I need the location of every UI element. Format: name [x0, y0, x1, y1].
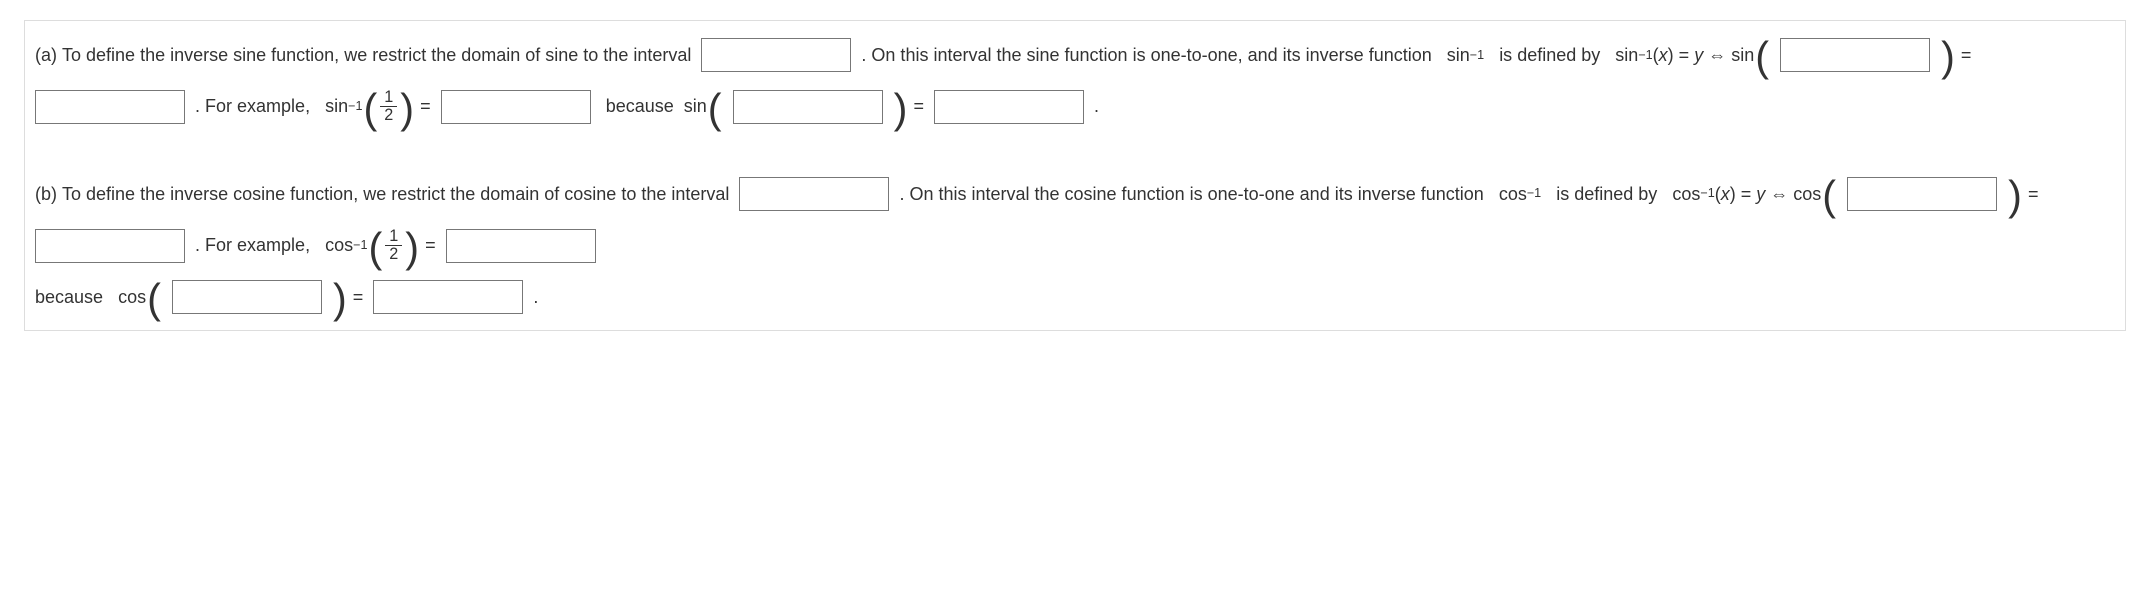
cos-label: cos: [325, 220, 353, 270]
part-b-text-5: because: [35, 272, 103, 322]
iff-symbol: ⇔: [1708, 30, 1726, 80]
equals: =: [353, 272, 364, 322]
var-y: y: [1756, 169, 1765, 219]
neg1: −1: [1527, 176, 1541, 211]
sin-label: sin: [1615, 30, 1638, 80]
neg1: −1: [353, 228, 367, 263]
sin-label: sin: [1447, 30, 1470, 80]
part-b-text-3: is defined by: [1556, 169, 1657, 219]
input-b-cos-val[interactable]: [35, 229, 185, 263]
equals: =: [913, 81, 924, 131]
part-a-text-5: because: [606, 81, 674, 131]
neg1: −1: [1470, 38, 1484, 73]
part-b-prefix: (b): [35, 169, 57, 219]
part-a-text-2: . On this interval the sine function is …: [861, 30, 1431, 80]
part-b-text-1: To define the inverse cosine function, w…: [62, 169, 729, 219]
input-b-example-val[interactable]: [446, 229, 596, 263]
cos-label: cos: [1672, 169, 1700, 219]
equals: =: [1961, 30, 1972, 80]
input-a-sin-arg[interactable]: [1780, 38, 1930, 72]
var-y: y: [1694, 30, 1703, 80]
input-a-sin-val[interactable]: [35, 90, 185, 124]
part-b-text-2: . On this interval the cosine function i…: [899, 169, 1483, 219]
part-a-prefix: (a): [35, 30, 57, 80]
var-x: x: [1659, 30, 1668, 80]
input-a-interval[interactable]: [701, 38, 851, 72]
input-b-cos-arg[interactable]: [1847, 177, 1997, 211]
sin-label: sin: [325, 81, 348, 131]
input-b-reason-arg[interactable]: [172, 280, 322, 314]
part-a-text-3: is defined by: [1499, 30, 1600, 80]
var-x: x: [1721, 169, 1730, 219]
part-a: (a) To define the inverse sine function,…: [25, 21, 2125, 140]
part-b-text-4: . For example,: [195, 220, 310, 270]
iff-symbol: ⇔: [1770, 169, 1788, 219]
cos-label: cos: [1499, 169, 1527, 219]
neg1: −1: [1700, 176, 1714, 211]
period: .: [533, 272, 538, 322]
fraction-half: 12: [385, 228, 402, 263]
equals: =: [2028, 169, 2039, 219]
part-a-text-4: . For example,: [195, 81, 310, 131]
neg1: −1: [1638, 38, 1652, 73]
neg1: −1: [348, 89, 362, 124]
cos-label: cos: [1793, 169, 1821, 219]
input-a-reason-val[interactable]: [934, 90, 1084, 124]
part-a-text-1: To define the inverse sine function, we …: [62, 30, 691, 80]
input-b-interval[interactable]: [739, 177, 889, 211]
period: .: [1094, 81, 1099, 131]
sin-label: sin: [1731, 30, 1754, 80]
fraction-half: 12: [380, 89, 397, 124]
equals: =: [425, 220, 436, 270]
equals: =: [420, 81, 431, 131]
part-b: (b) To define the inverse cosine functio…: [25, 160, 2125, 330]
input-a-example-val[interactable]: [441, 90, 591, 124]
sin-label: sin: [684, 81, 707, 131]
problem-container: (a) To define the inverse sine function,…: [24, 20, 2126, 331]
input-b-reason-val[interactable]: [373, 280, 523, 314]
cos-label: cos: [118, 272, 146, 322]
input-a-reason-arg[interactable]: [733, 90, 883, 124]
